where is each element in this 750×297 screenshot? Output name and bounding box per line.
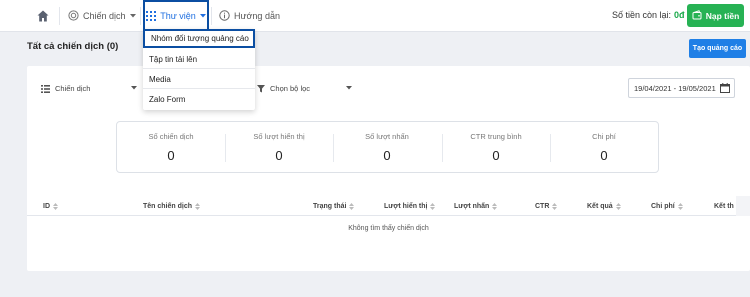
column-label: Trạng thái: [313, 203, 347, 210]
stat-clicks: Số lượt nhấn 0: [333, 122, 441, 172]
column-header-impressions[interactable]: Lượt hiển thị: [384, 203, 436, 210]
topup-button[interactable]: Nạp tiền: [687, 4, 744, 27]
sort-icon: [430, 203, 436, 210]
column-header-status[interactable]: Trạng thái: [313, 203, 355, 210]
campaign-select[interactable]: Chiến dịch: [40, 79, 140, 98]
table-header: ID Tên chiến dịch Trạng thái Lượt hiển t…: [27, 199, 750, 216]
column-label: Chi phí: [651, 203, 675, 210]
stat-label: Số lượt hiển thị: [253, 132, 305, 141]
column-header-clicks[interactable]: Lượt nhấn: [454, 203, 498, 210]
nav-divider: [59, 7, 60, 25]
caret-down-icon: [199, 13, 206, 18]
list-icon: [41, 84, 50, 93]
date-range-value: 19/04/2021 - 19/05/2021: [634, 83, 716, 93]
balance-label: Số tiền còn lại:: [612, 10, 672, 20]
calendar-icon: [720, 83, 730, 93]
column-header-name[interactable]: Tên chiến dịch: [143, 203, 201, 210]
stat-value: 0: [383, 148, 391, 163]
stat-label: Số chiến dịch: [148, 132, 194, 141]
caret-down-icon: [131, 86, 137, 90]
column-label: ID: [43, 203, 50, 210]
date-range-picker[interactable]: 19/04/2021 - 19/05/2021: [628, 78, 735, 98]
column-header-id[interactable]: ID: [43, 203, 58, 210]
column-label: Tên chiến dịch: [143, 203, 193, 210]
stat-value: 0: [275, 148, 283, 163]
column-label: Kết quả: [587, 203, 613, 210]
column-header-end[interactable]: Kết th: [714, 203, 734, 210]
filter-icon: [257, 84, 265, 93]
column-header-result[interactable]: Kết quả: [587, 203, 621, 210]
sort-icon: [615, 203, 621, 210]
column-header-cost[interactable]: Chi phí: [651, 203, 683, 210]
stat-label: CTR trung bình: [470, 132, 522, 141]
sort-icon: [195, 203, 201, 210]
home-icon[interactable]: [36, 9, 50, 23]
stat-label: Số lượt nhấn: [365, 132, 409, 141]
column-label: Kết th: [714, 203, 734, 210]
top-nav: Chiến dịch Thư viện Hướng dẫn Số tiền cò…: [0, 0, 750, 32]
stat-avg-ctr: CTR trung bình 0: [442, 122, 550, 172]
nav-divider: [140, 7, 141, 25]
filter-select-value: Chọn bộ lọc: [270, 84, 311, 93]
menu-item-zalo-form[interactable]: Zalo Form: [143, 90, 255, 109]
menu-item-uploads[interactable]: Tập tin tải lên: [143, 50, 255, 69]
stat-label: Chi phí: [592, 132, 616, 141]
menu-item-media[interactable]: Media: [143, 70, 255, 89]
info-icon: [219, 10, 230, 21]
nav-guide-label: Hướng dẫn: [234, 10, 280, 21]
balance: Số tiền còn lại: 0đ: [612, 10, 685, 20]
stat-value: 0: [167, 148, 175, 163]
column-label: CTR: [535, 203, 550, 210]
stat-campaign-count: Số chiến dịch 0: [117, 122, 225, 172]
sort-icon: [349, 203, 355, 210]
stat-cost: Chi phí 0: [550, 122, 658, 172]
nav-library[interactable]: Thư viện: [143, 0, 209, 31]
caret-down-icon: [129, 13, 136, 18]
nav-campaign-label: Chiến dịch: [83, 10, 126, 21]
nav-guide[interactable]: Hướng dẫn: [219, 0, 280, 31]
empty-table-message: Không tìm thấy chiến dịch: [348, 225, 429, 232]
stat-value: 0: [492, 148, 500, 163]
balance-amount: 0đ: [674, 10, 685, 20]
library-dropdown-menu: Nhóm đối tượng quảng cáo Tập tin tải lên…: [143, 29, 255, 110]
campaign-select-value: Chiến dịch: [55, 84, 91, 93]
grid-icon: [146, 10, 157, 21]
page-title: Tất cả chiến dịch (0): [27, 41, 119, 52]
menu-item-audience[interactable]: Nhóm đối tượng quảng cáo: [143, 29, 255, 48]
sort-icon: [552, 203, 558, 210]
topup-label: Nạp tiền: [705, 10, 740, 21]
nav-campaign[interactable]: Chiến dịch: [68, 0, 136, 31]
nav-library-label: Thư viện: [160, 10, 196, 21]
create-ad-button[interactable]: Tạo quảng cáo: [689, 39, 746, 58]
wallet-icon: [692, 9, 702, 22]
column-label: Lượt hiển thị: [384, 203, 428, 210]
filter-select[interactable]: Chọn bộ lọc: [256, 79, 355, 98]
stat-value: 0: [600, 148, 608, 163]
column-header-ctr[interactable]: CTR: [535, 203, 558, 210]
target-icon: [68, 10, 79, 21]
sort-icon: [53, 203, 58, 210]
horizontal-scrollbar[interactable]: [736, 196, 750, 216]
column-label: Lượt nhấn: [454, 203, 490, 210]
stats-summary: Số chiến dịch 0 Số lượt hiển thị 0 Số lư…: [116, 121, 659, 173]
sort-icon: [677, 203, 683, 210]
caret-down-icon: [346, 86, 352, 90]
nav-divider: [211, 7, 212, 25]
stat-impressions: Số lượt hiển thị 0: [225, 122, 333, 172]
sort-icon: [492, 203, 498, 210]
